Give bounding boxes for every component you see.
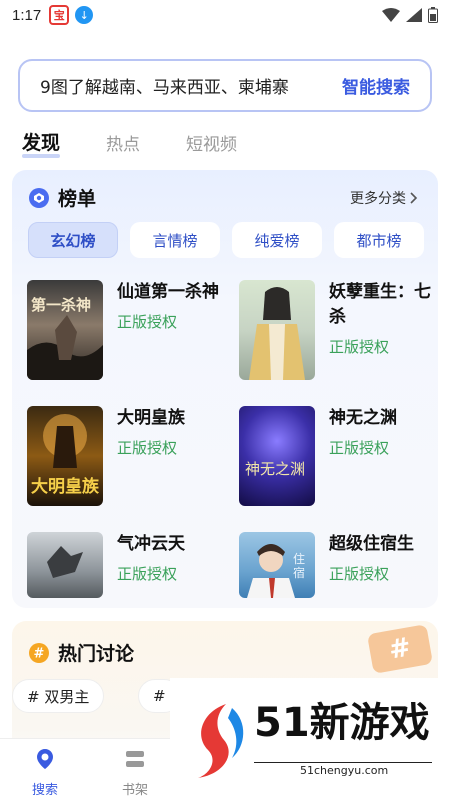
book-cover[interactable]: 神无之渊 bbox=[239, 406, 315, 506]
chevron-right-icon bbox=[410, 192, 418, 204]
ranking-icon bbox=[29, 187, 49, 208]
status-time: 1:17 bbox=[12, 6, 42, 24]
category-tab-bl[interactable]: 纯爱榜 bbox=[232, 222, 322, 258]
watermark-divider bbox=[254, 762, 432, 763]
license-tag: 正版授权 bbox=[117, 313, 178, 331]
book-cover[interactable]: 大明皇族 bbox=[27, 406, 103, 506]
search-hint-text[interactable]: 9图了解越南、马来西亚、柬埔寨 bbox=[40, 73, 342, 98]
license-tag: 正版授权 bbox=[117, 439, 178, 457]
nav-bookshelf-label: 书架 bbox=[121, 783, 148, 798]
svg-text:#: # bbox=[34, 646, 45, 661]
book-cover[interactable]: 第一杀神 bbox=[27, 280, 103, 380]
nav-search-label: 搜索 bbox=[31, 783, 58, 798]
book-title[interactable]: 气冲云天 bbox=[117, 532, 221, 557]
status-indicators bbox=[382, 7, 438, 23]
battery-icon bbox=[428, 7, 438, 23]
tab-hot[interactable]: 热点 bbox=[106, 130, 140, 155]
ranking-title: 榜单 bbox=[58, 188, 97, 210]
ranking-header: 榜单 bbox=[28, 184, 96, 211]
category-tab-urban[interactable]: 都市榜 bbox=[334, 222, 424, 258]
book-item[interactable]: 第一杀神 仙道第一杀神 正版授权 bbox=[27, 280, 221, 380]
cover-art bbox=[249, 287, 305, 380]
more-categories-label: 更多分类 bbox=[350, 191, 406, 207]
hashtag-icon: # bbox=[29, 642, 49, 663]
book-title[interactable]: 神无之渊 bbox=[329, 406, 433, 431]
hashtag-decoration-icon: # bbox=[366, 624, 434, 674]
nav-search[interactable]: 搜索 bbox=[15, 747, 75, 798]
book-cover[interactable]: 住宿 bbox=[239, 532, 315, 598]
book-cover[interactable] bbox=[27, 532, 103, 598]
hot-discussion-header: # 热门讨论 bbox=[28, 639, 134, 666]
cover-title: 第一杀神 bbox=[31, 296, 92, 314]
cover-art bbox=[47, 546, 83, 578]
book-title[interactable]: 妖孽重生：七杀 bbox=[329, 280, 433, 330]
bookshelf-icon bbox=[126, 751, 144, 767]
license-tag: 正版授权 bbox=[329, 565, 390, 583]
download-icon: ↓ bbox=[75, 6, 94, 24]
book-title[interactable]: 超级住宿生 bbox=[329, 532, 433, 557]
book-item[interactable]: 住宿 超级住宿生 正版授权 bbox=[239, 532, 433, 598]
top-tabs: 发现 热点 短视频 bbox=[22, 128, 237, 158]
watermark-url: 51chengyu.com bbox=[294, 764, 395, 777]
search-nav-icon bbox=[37, 749, 53, 769]
category-tabs: 玄幻榜 言情榜 纯爱榜 都市榜 bbox=[28, 222, 424, 258]
signal-icon bbox=[406, 8, 422, 22]
book-title[interactable]: 仙道第一杀神 bbox=[117, 280, 221, 305]
license-tag: 正版授权 bbox=[117, 565, 178, 583]
tab-short-video[interactable]: 短视频 bbox=[186, 130, 237, 155]
cover-title: 住宿 bbox=[293, 552, 306, 580]
category-tab-fantasy[interactable]: 玄幻榜 bbox=[28, 222, 118, 258]
smart-search-button[interactable]: 智能搜索 bbox=[342, 73, 410, 98]
book-item[interactable]: 大明皇族 大明皇族 正版授权 bbox=[27, 406, 221, 506]
book-item[interactable]: 妖孽重生：七杀 正版授权 bbox=[239, 280, 433, 380]
search-bar[interactable]: 9图了解越南、马来西亚、柬埔寨 智能搜索 bbox=[18, 59, 432, 112]
wifi-icon bbox=[382, 8, 400, 22]
watermark-text: 51新游戏 bbox=[254, 700, 430, 746]
status-bar: 1:17 宝 ↓ bbox=[0, 0, 450, 30]
cover-title: 神无之渊 bbox=[245, 460, 306, 478]
category-tab-romance[interactable]: 言情榜 bbox=[130, 222, 220, 258]
app-notification-icon: 宝 bbox=[49, 5, 70, 25]
more-categories-link[interactable]: 更多分类 bbox=[350, 188, 418, 208]
license-tag: 正版授权 bbox=[329, 338, 390, 356]
book-title[interactable]: 大明皇族 bbox=[117, 406, 221, 431]
book-cover[interactable] bbox=[239, 280, 315, 380]
ranking-card: 榜单 更多分类 玄幻榜 言情榜 纯爱榜 都市榜 第一杀神 仙道第一杀神 正版授权 bbox=[12, 170, 438, 608]
topic-chip[interactable]: # 双男主 bbox=[12, 679, 105, 713]
watermark: 51新游戏 51chengyu.com bbox=[170, 678, 450, 788]
cover-title: 大明皇族 bbox=[31, 477, 99, 497]
tab-discover[interactable]: 发现 bbox=[22, 128, 61, 158]
book-item[interactable]: 气冲云天 正版授权 bbox=[27, 532, 221, 598]
book-item[interactable]: 神无之渊 神无之渊 正版授权 bbox=[239, 406, 433, 506]
license-tag: 正版授权 bbox=[329, 439, 390, 457]
nav-bookshelf[interactable]: 书架 bbox=[105, 747, 165, 798]
hot-discussion-title: 热门讨论 bbox=[58, 643, 135, 665]
watermark-logo bbox=[198, 704, 244, 778]
